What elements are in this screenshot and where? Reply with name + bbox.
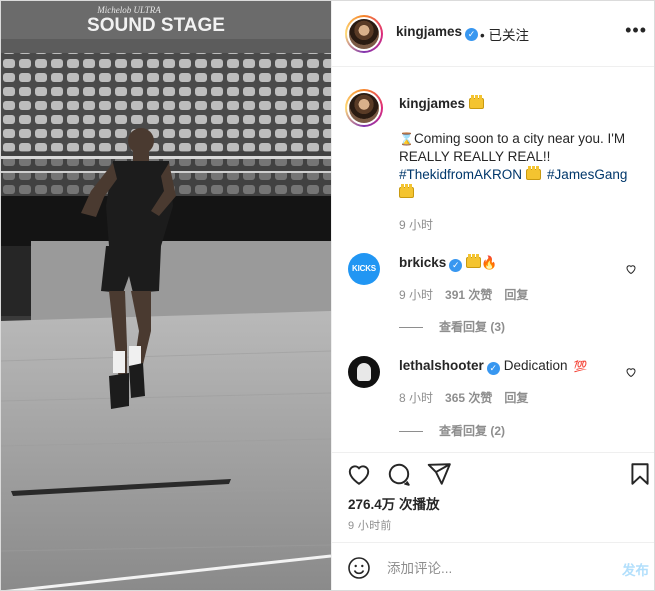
comment-username[interactable]: lethalshooter — [399, 358, 484, 373]
post-panel: kingjames ✓ • 已关注 ••• kingjames ⌛Coming s… — [331, 1, 654, 590]
like-comment-icon[interactable] — [625, 366, 637, 378]
caption-avatar[interactable] — [345, 89, 383, 127]
like-comment-icon[interactable] — [625, 263, 637, 275]
post-comment-button[interactable]: 发布 — [622, 559, 649, 579]
more-options-icon[interactable]: ••• — [625, 21, 647, 39]
verified-icon: ✓ — [449, 259, 463, 272]
post-actions: 276.4万 次播放 9 小时前 — [332, 452, 654, 542]
verified-icon: ✓ — [486, 362, 500, 375]
like-heart-icon[interactable] — [346, 461, 372, 487]
crown-icon — [399, 184, 414, 198]
caption-username-text[interactable]: kingjames — [399, 96, 465, 111]
post-header: kingjames ✓ • 已关注 ••• — [332, 1, 654, 67]
comment-meta: 8 小时 365 次赞 回复 — [399, 389, 528, 406]
comment-time[interactable]: 8 小时 — [399, 391, 433, 405]
comment-bubble-icon[interactable] — [386, 461, 412, 487]
comment-lethalshooter: lethalshooter ✓ Dedication 💯 — [399, 358, 587, 375]
view-count[interactable]: 276.4万 次播放 — [348, 493, 440, 513]
brkicks-avatar[interactable]: KICKS — [348, 253, 380, 285]
reply-button[interactable]: 回复 — [504, 288, 528, 302]
author-avatar[interactable] — [345, 15, 383, 53]
post-age[interactable]: 9 小时前 — [348, 517, 392, 533]
hashtag-jamesgang[interactable]: #JamesGang — [547, 167, 627, 182]
view-replies-text[interactable]: 查看回复 (2) — [439, 424, 505, 438]
divider-line — [399, 431, 423, 433]
comment-input[interactable] — [387, 557, 587, 579]
comment-username[interactable]: brkicks — [399, 255, 446, 270]
caption-username[interactable]: kingjames — [399, 95, 485, 111]
caption-main-text: Coming soon to a city near you. I'M REAL… — [399, 131, 626, 164]
following-status[interactable]: • 已关注 — [480, 24, 529, 44]
crown-icon — [469, 95, 485, 109]
post-dialog: Michelob ULTRA SOUND STAGE kingjames ✓ • … — [0, 0, 655, 591]
hourglass-icon: ⌛ — [399, 132, 414, 146]
view-replies-button[interactable]: 查看回复 (2) — [399, 422, 505, 439]
save-bookmark-icon[interactable] — [627, 461, 653, 487]
caption-text: ⌛Coming soon to a city near you. I'M REA… — [399, 130, 644, 202]
emoji-icon[interactable] — [347, 556, 371, 580]
comments-list[interactable]: kingjames ⌛Coming soon to a city near yo… — [332, 67, 654, 452]
comment-body: Dedication — [503, 358, 568, 373]
comment-likes[interactable]: 365 次赞 — [445, 391, 492, 405]
lethalshooter-avatar[interactable] — [348, 356, 380, 388]
post-video[interactable]: Michelob ULTRA SOUND STAGE — [1, 1, 331, 590]
crown-icon — [526, 166, 542, 180]
view-replies-button[interactable]: 查看回复 (3) — [399, 318, 505, 335]
author-username[interactable]: kingjames ✓ — [396, 24, 479, 41]
sign-small-text: Michelob ULTRA — [96, 5, 161, 15]
share-send-icon[interactable] — [426, 461, 452, 487]
verified-icon: ✓ — [465, 28, 479, 41]
add-comment-bar: 发布 — [332, 542, 654, 590]
comment-brkicks: brkicks ✓ 🔥 — [399, 254, 498, 272]
sign-large-text: SOUND STAGE — [87, 15, 225, 36]
divider-line — [399, 327, 423, 329]
caption-time[interactable]: 9 小时 — [399, 216, 433, 233]
hundred-points-icon: 💯 — [573, 361, 588, 373]
reply-button[interactable]: 回复 — [504, 391, 528, 405]
view-replies-text[interactable]: 查看回复 (3) — [439, 320, 505, 334]
comment-meta: 9 小时 391 次赞 回复 — [399, 286, 528, 303]
hashtag-thekidfromakron[interactable]: #ThekidfromAKRON — [399, 167, 522, 182]
author-username-text[interactable]: kingjames — [396, 24, 462, 39]
comment-likes[interactable]: 391 次赞 — [445, 288, 492, 302]
comment-time[interactable]: 9 小时 — [399, 288, 433, 302]
crown-icon — [466, 254, 482, 268]
fire-icon: 🔥 — [481, 255, 498, 270]
video-frame: Michelob ULTRA SOUND STAGE — [1, 1, 331, 590]
